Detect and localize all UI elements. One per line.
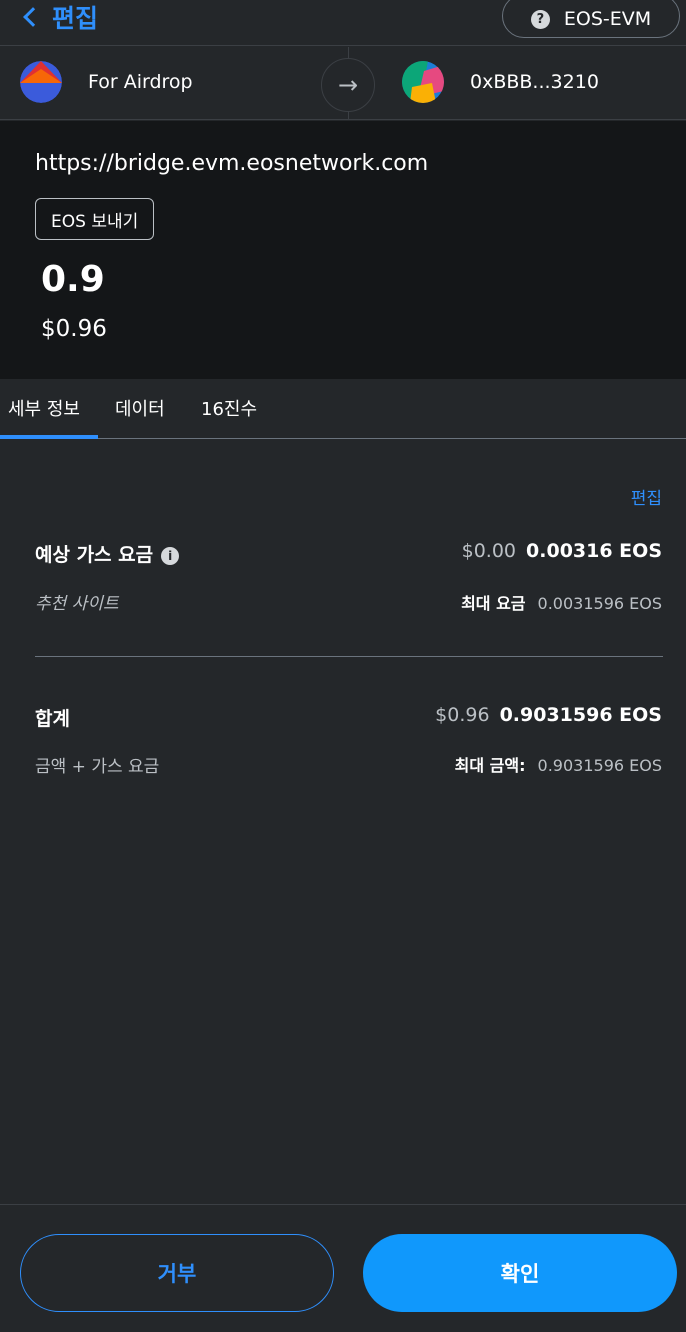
total-max-amount-label: 최대 금액: xyxy=(454,756,526,775)
network-name: EOS-EVM xyxy=(563,8,652,30)
to-account[interactable]: 0xBBB...3210 xyxy=(402,61,599,103)
active-tab-indicator xyxy=(0,435,98,439)
action-badge: EOS 보내기 xyxy=(35,198,155,240)
gas-fee-fiat: $0.00 xyxy=(461,540,517,562)
edit-gas-link[interactable]: 편집 xyxy=(631,484,662,509)
back-label: 편집 xyxy=(52,4,99,33)
help-icon: ? xyxy=(530,9,550,29)
from-account-name: For Airdrop xyxy=(88,71,193,93)
network-selector[interactable]: ? EOS-EVM xyxy=(502,0,680,38)
total-fiat: $0.96 xyxy=(435,704,490,726)
back-button[interactable]: 편집 xyxy=(22,0,98,34)
transaction-summary: https://bridge.evm.eosnetwork.com EOS 보내… xyxy=(0,121,686,379)
tab-hex[interactable]: 16진수 xyxy=(201,395,257,421)
gas-max-fee: 최대 요금 0.0031596 EOS xyxy=(461,590,662,614)
reject-button[interactable]: 거부 xyxy=(20,1234,334,1312)
tab-details[interactable]: 세부 정보 xyxy=(8,395,80,421)
send-fiat-amount: $0.96 xyxy=(41,316,107,342)
account-row: For Airdrop → 0xBBB...3210 xyxy=(0,47,686,120)
top-bar: 편집 ? EOS-EVM xyxy=(0,0,686,46)
to-account-address: 0xBBB...3210 xyxy=(470,71,599,93)
to-account-avatar xyxy=(402,61,444,103)
total-values: $0.96 0.9031596 EOS xyxy=(435,704,662,726)
gas-max-fee-label: 최대 요금 xyxy=(461,594,526,613)
total-label: 합계 xyxy=(35,708,70,730)
footer-divider xyxy=(0,1204,686,1205)
confirm-button[interactable]: 확인 xyxy=(363,1234,677,1312)
gas-fee-values: $0.00 0.00316 EOS xyxy=(462,540,662,562)
origin-url: https://bridge.evm.eosnetwork.com xyxy=(35,151,429,176)
gas-max-fee-value: 0.0031596 EOS xyxy=(537,594,662,613)
total-amount: 0.9031596 EOS xyxy=(499,704,662,726)
total-sublabel: 금액 + 가스 요금 xyxy=(35,757,160,777)
total-max-amount-value: 0.9031596 EOS xyxy=(537,756,662,775)
gas-fee-amount: 0.00316 EOS xyxy=(526,540,662,562)
section-divider xyxy=(35,656,663,657)
info-icon[interactable]: i xyxy=(161,546,180,565)
tab-bar: 세부 정보 데이터 16진수 xyxy=(0,379,686,439)
arrow-right-icon: → xyxy=(321,58,375,112)
gas-fee-label: 예상 가스 요금 i xyxy=(35,540,180,567)
gas-fee-sublabel: 추천 사이트 xyxy=(35,594,119,614)
send-amount: 0.9 xyxy=(41,259,105,300)
total-max-amount: 최대 금액: 0.9031596 EOS xyxy=(455,752,662,776)
from-account[interactable]: For Airdrop xyxy=(20,61,193,103)
tab-data[interactable]: 데이터 xyxy=(115,395,165,421)
from-account-avatar xyxy=(20,61,62,103)
chevron-left-icon xyxy=(23,7,43,27)
gas-fee-label-text: 예상 가스 요금 xyxy=(35,544,154,566)
